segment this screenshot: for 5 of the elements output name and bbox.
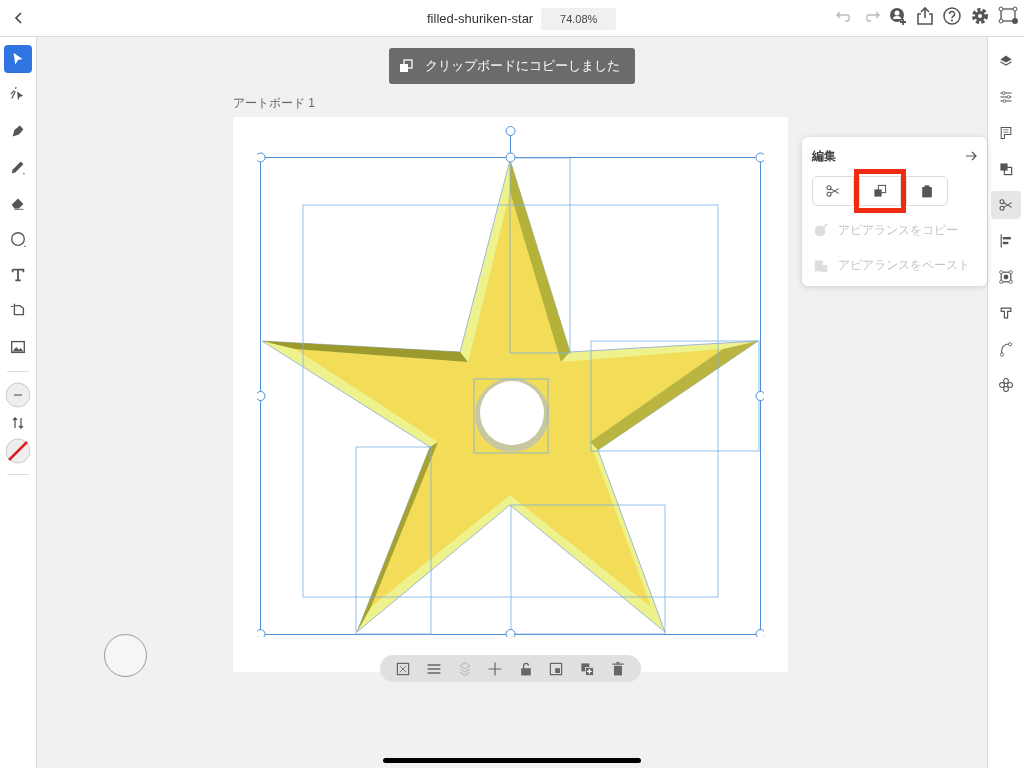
artboard-label: アートボード 1 [233,95,315,112]
document-title: filled-shuriken-star [427,10,534,29]
zoom-field[interactable]: 74.08% [541,8,617,30]
toast-message: クリップボードにコピーしました [425,57,620,76]
panel-title: 編集 [812,148,836,165]
